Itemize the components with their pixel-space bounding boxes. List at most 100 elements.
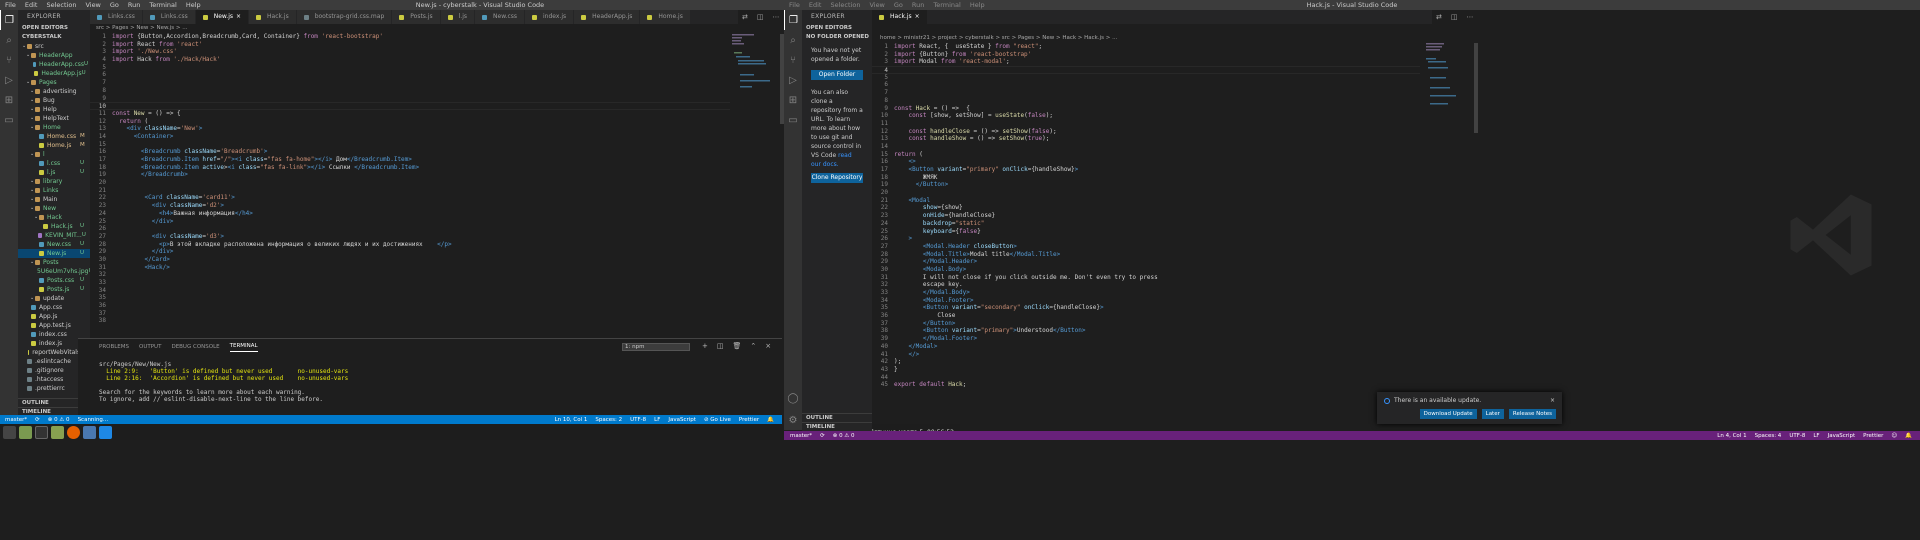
open-editors-section[interactable]: OPEN EDITORS — [802, 24, 872, 33]
folder-item[interactable]: ⌄ Posts — [18, 258, 90, 267]
notifications-bell-icon[interactable]: 🔔 — [1905, 433, 1912, 439]
terminal-select[interactable]: 1: npm — [622, 343, 690, 351]
right-minimap[interactable] — [1426, 43, 1474, 123]
menu-item-help[interactable]: Help — [970, 1, 985, 9]
close-tab-icon[interactable]: × — [915, 10, 920, 24]
manage-gear-icon[interactable]: ⚙ — [784, 410, 802, 430]
indentation-status[interactable]: Spaces: 2 — [595, 417, 622, 423]
menu-item-go[interactable]: Go — [110, 1, 119, 9]
branch-status[interactable]: master* — [5, 417, 27, 423]
files-icon[interactable] — [19, 425, 32, 439]
folder-item[interactable]: ⌄ Links — [18, 186, 90, 195]
menu-item-selection[interactable]: Selection — [46, 1, 76, 9]
indentation-status[interactable]: Spaces: 4 — [1755, 433, 1782, 439]
right-scrollbar[interactable] — [1474, 43, 1478, 133]
encoding-status[interactable]: UTF-8 — [1789, 433, 1805, 439]
folder-item[interactable]: ⌄ update — [18, 294, 90, 303]
extensions-icon[interactable]: ⊞ — [0, 90, 18, 110]
new-terminal-icon[interactable]: + — [702, 342, 708, 350]
tab-links-css[interactable]: Links.css — [90, 10, 143, 24]
file-item[interactable]: KEVIN_MIT... U — [18, 231, 90, 240]
remote-explorer-icon[interactable]: ▭ — [0, 110, 18, 130]
download-update-button[interactable]: Download Update — [1419, 409, 1477, 419]
tab-hack-js[interactable]: Hack.js × — [872, 10, 928, 24]
folder-item[interactable]: ⌄ New — [18, 204, 90, 213]
panel-tab-debug-console[interactable]: DEBUG CONSOLE — [171, 344, 219, 350]
file-item[interactable]: HeaderApp.js U — [18, 69, 90, 78]
problems-status[interactable]: ⊗ 0 ⚠ 0 — [833, 433, 855, 439]
folder-item[interactable]: ⌄ library — [18, 177, 90, 186]
sync-icon[interactable]: ⟳ — [820, 433, 825, 439]
extensions-icon[interactable]: ⊞ — [784, 90, 802, 110]
tab-bootstrap-grid-css-map[interactable]: bootstrap-grid.css.map — [296, 10, 393, 24]
menu-item-file[interactable]: File — [789, 1, 800, 9]
menu-item-selection[interactable]: Selection — [830, 1, 860, 9]
file-item[interactable]: App.js — [18, 312, 90, 321]
remote-explorer-icon[interactable]: ▭ — [784, 110, 802, 130]
file-item[interactable]: HeaderApp.css U — [18, 60, 90, 69]
panel-tab-output[interactable]: OUTPUT — [139, 344, 161, 350]
explorer-icon[interactable]: ❐ — [784, 10, 802, 30]
eol-status[interactable]: LF — [654, 417, 660, 423]
source-control-icon[interactable]: ⑂ — [784, 50, 802, 70]
split-terminal-icon[interactable]: ◫ — [717, 342, 724, 350]
run-debug-icon[interactable]: ▷ — [784, 70, 802, 90]
open-editors-section[interactable]: OPEN EDITORS — [18, 24, 90, 33]
panel-tab-problems[interactable]: PROBLEMS — [99, 344, 129, 350]
prettier-status[interactable]: Prettier — [1863, 433, 1883, 439]
file-item[interactable]: Posts.css U — [18, 276, 90, 285]
right-code-editor[interactable]: 1 import React, { useState } from "react"… — [872, 43, 1420, 413]
later-button[interactable]: Later — [1481, 409, 1504, 419]
explorer-icon[interactable]: ❐ — [0, 10, 18, 30]
folder-item[interactable]: ⌄ l — [18, 150, 90, 159]
folder-item[interactable]: ⌄ Bug — [18, 96, 90, 105]
clone-repository-button[interactable]: Clone Repository — [811, 173, 863, 183]
file-item[interactable]: App.test.js — [18, 321, 90, 330]
file-item[interactable]: New.js U — [18, 249, 90, 258]
file-item[interactable]: 5U6eUm7vhs.jpgU — [18, 267, 90, 276]
panel-tab-terminal[interactable]: TERMINAL — [229, 343, 258, 352]
menu-item-terminal[interactable]: Terminal — [149, 1, 176, 9]
file-item[interactable]: Home.css M — [18, 132, 90, 141]
menu-item-go[interactable]: Go — [894, 1, 903, 9]
file-item[interactable]: App.css — [18, 303, 90, 312]
cursor-position[interactable]: Ln 10, Col 1 — [555, 417, 588, 423]
vscode-app-icon[interactable] — [99, 425, 112, 439]
left-minimap[interactable] — [732, 34, 780, 114]
folder-app-icon[interactable] — [51, 425, 64, 439]
tab-hack-js[interactable]: Hack.js — [249, 10, 297, 24]
close-tab-icon[interactable]: × — [236, 10, 241, 24]
timeline-section[interactable]: TIMELINE — [802, 422, 872, 431]
notifications-bell-icon[interactable]: 🔔 — [767, 417, 774, 423]
menu-item-run[interactable]: Run — [128, 1, 140, 9]
compare-icon[interactable]: ⇄ — [742, 13, 748, 21]
close-notification-icon[interactable]: × — [1550, 397, 1555, 404]
no-folder-section[interactable]: NO FOLDER OPENED — [802, 33, 872, 42]
firefox-icon[interactable] — [67, 425, 80, 439]
left-breadcrumb[interactable]: src > Pages > New > New.js > ... — [96, 24, 188, 33]
mail-app-icon[interactable] — [83, 425, 96, 439]
folder-item[interactable]: ⌄ HeaderApp — [18, 51, 90, 60]
menu-item-file[interactable]: File — [5, 1, 16, 9]
tab-home-js[interactable]: Home.js — [640, 10, 691, 24]
tab-posts-js[interactable]: Posts.js — [392, 10, 441, 24]
tab-l-js[interactable]: l.js — [440, 10, 476, 24]
tab-links-css[interactable]: Links.css — [142, 10, 196, 24]
close-panel-icon[interactable]: × — [765, 342, 771, 350]
release-notes-button[interactable]: Release Notes — [1508, 409, 1556, 419]
file-item[interactable]: Hack.js U — [18, 222, 90, 231]
encoding-status[interactable]: UTF-8 — [630, 417, 646, 423]
more-actions-icon[interactable]: ⋯ — [773, 13, 780, 21]
folder-item[interactable]: ⌄ Main — [18, 195, 90, 204]
file-item[interactable]: l.css U — [18, 159, 90, 168]
sync-icon[interactable]: ⟳ — [35, 417, 40, 423]
problems-status[interactable]: ⊗ 0 ⚠ 0 — [48, 417, 70, 423]
search-icon[interactable]: ⌕ — [0, 30, 18, 50]
open-folder-button[interactable]: Open Folder — [811, 70, 863, 80]
menu-item-edit[interactable]: Edit — [25, 1, 38, 9]
folder-item[interactable]: ⌄ src — [18, 42, 90, 51]
compare-icon[interactable]: ⇄ — [1436, 13, 1442, 21]
menu-item-terminal[interactable]: Terminal — [933, 1, 960, 9]
prettier-status[interactable]: Prettier — [739, 417, 759, 423]
branch-status[interactable]: master* — [790, 433, 812, 439]
